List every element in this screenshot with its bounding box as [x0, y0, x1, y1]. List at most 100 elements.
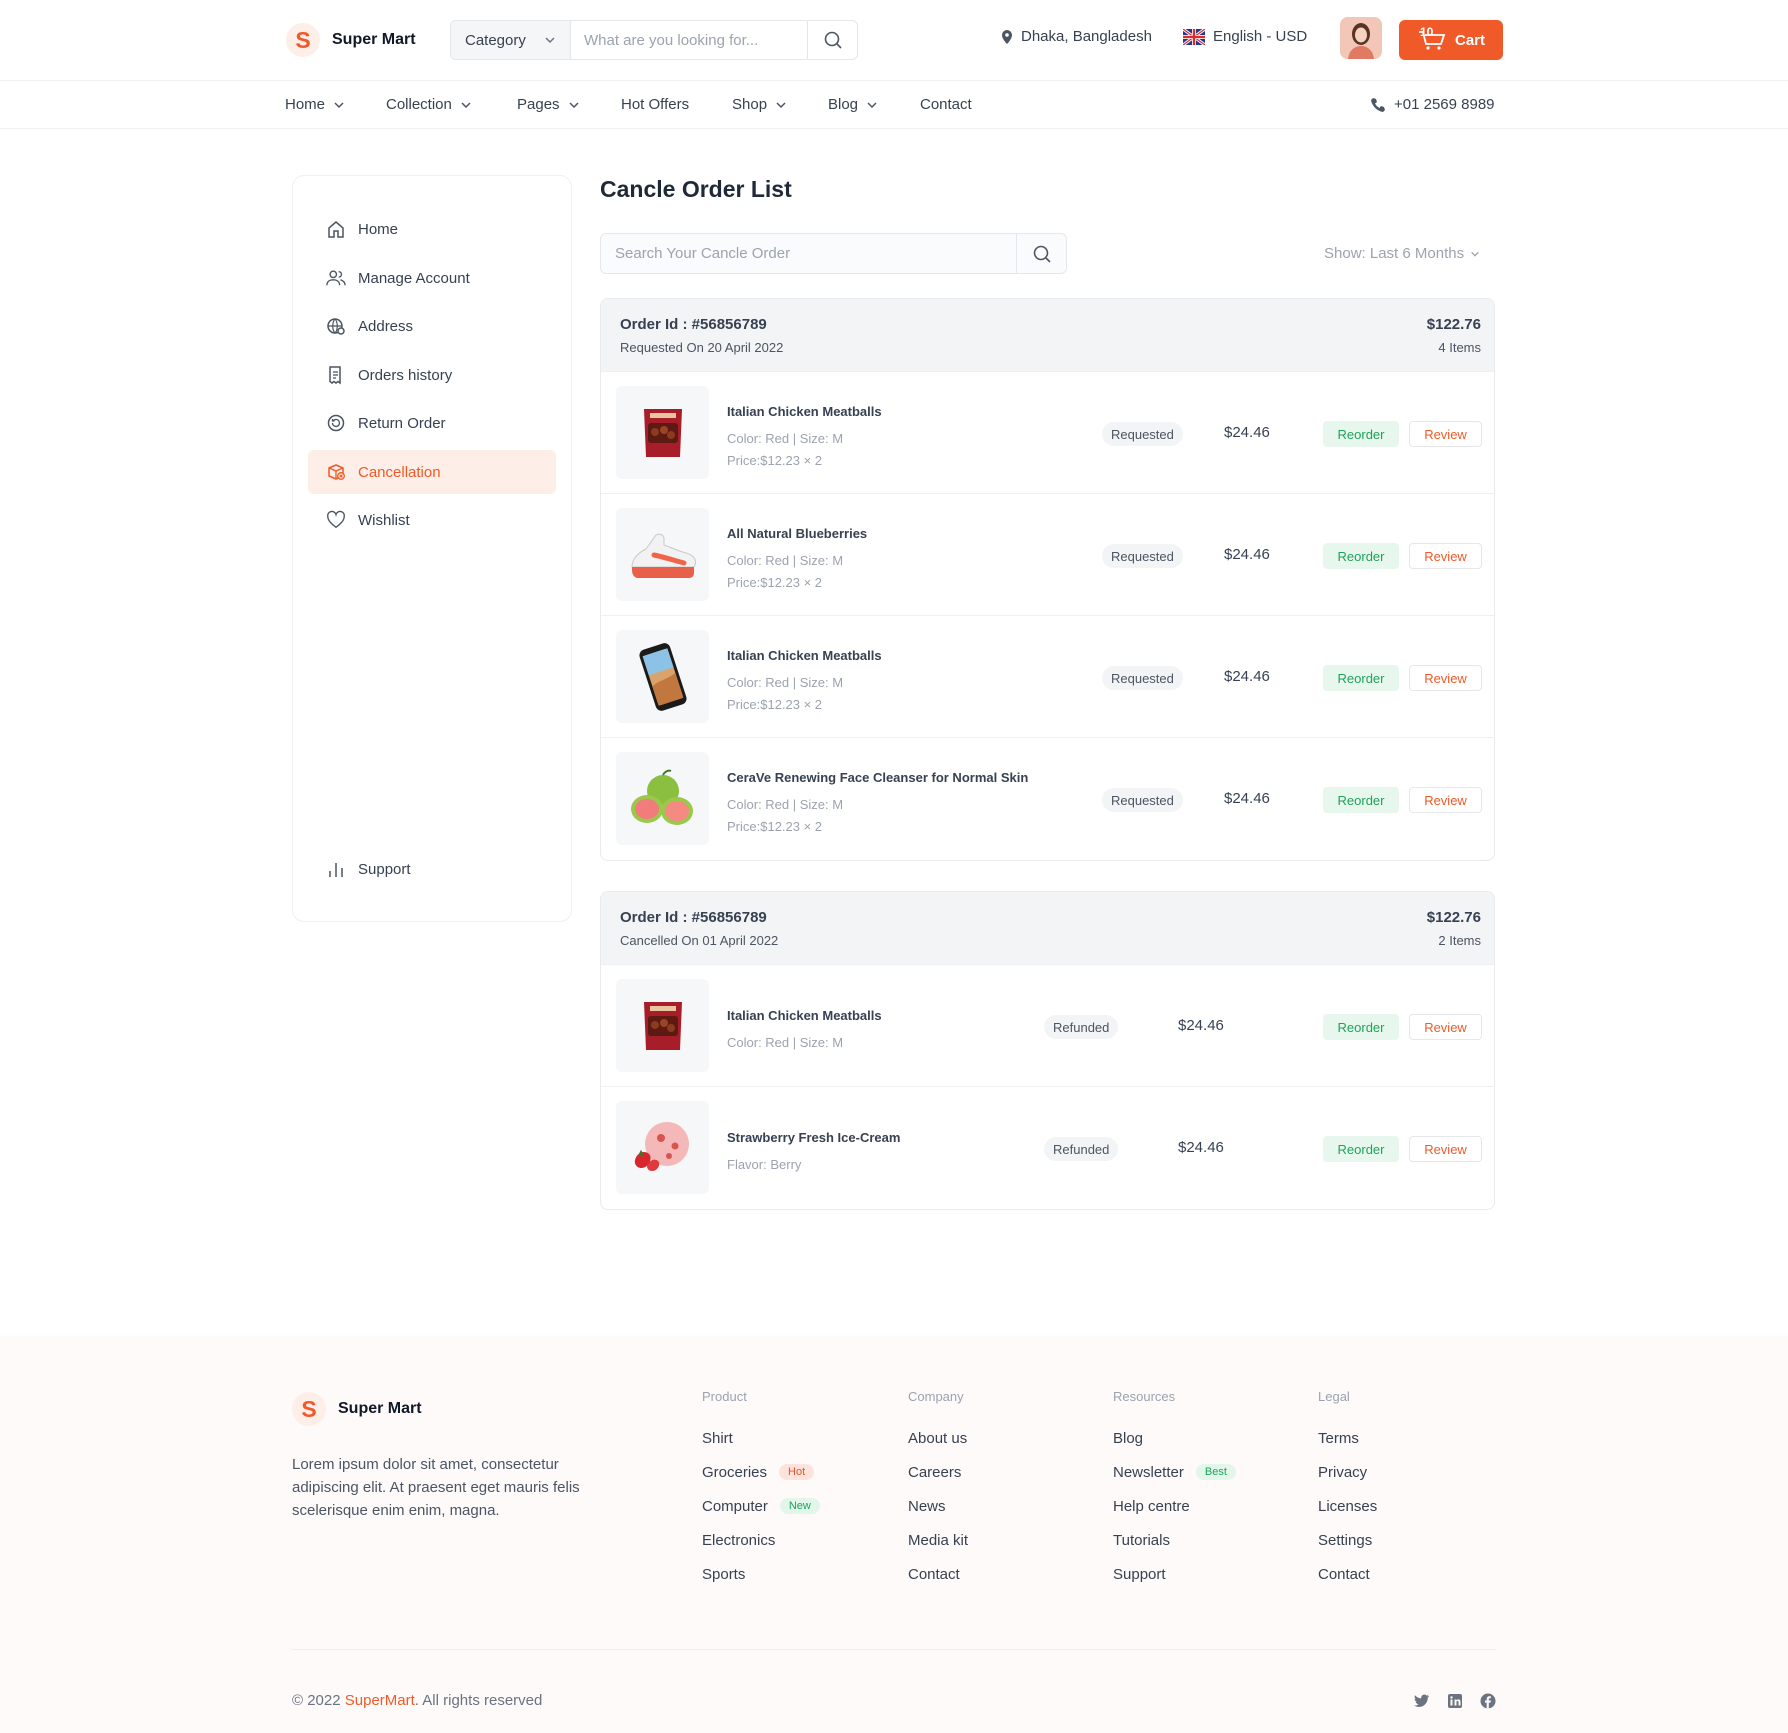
cart-button[interactable]: 10 Cart — [1399, 20, 1503, 60]
footer-link[interactable]: Terms — [1318, 1421, 1377, 1455]
search-button[interactable] — [807, 21, 857, 59]
product-meta: Flavor: Berry — [727, 1157, 802, 1172]
footer-link[interactable]: Shirt — [702, 1421, 820, 1455]
chevron-down-icon — [1471, 251, 1479, 257]
product-thumbnail[interactable] — [616, 1101, 709, 1194]
product-thumbnail[interactable] — [616, 752, 709, 845]
language-selector[interactable]: English - USD — [1183, 28, 1307, 45]
order-item-row: Italian Chicken Meatballs Color: Red | S… — [601, 615, 1494, 737]
sneaker-icon — [630, 533, 696, 578]
footer-link[interactable]: Tutorials — [1113, 1523, 1236, 1557]
order-search-button[interactable] — [1016, 234, 1066, 273]
footer-link[interactable]: About us — [908, 1421, 968, 1455]
order-header: Order Id : #56856789 Requested On 20 Apr… — [601, 299, 1494, 371]
footer-link[interactable]: Careers — [908, 1455, 968, 1489]
show-period-filter[interactable]: Show: Last 6 Months — [1324, 245, 1480, 262]
footer-column-legal: Legal Terms Privacy Licenses Settings Co… — [1318, 1389, 1377, 1591]
sidebar-item-wishlist[interactable]: Wishlist — [308, 498, 556, 542]
footer-link[interactable]: Sports — [702, 1557, 820, 1591]
user-avatar[interactable] — [1340, 17, 1382, 59]
item-amount: $24.46 — [1224, 790, 1270, 807]
sidebar-item-manage-account[interactable]: Manage Account — [308, 256, 556, 300]
nav-item-collection[interactable]: Collection — [386, 96, 472, 113]
footer-link[interactable]: Computer New — [702, 1489, 820, 1523]
smartphone-icon — [638, 642, 687, 711]
review-button[interactable]: Review — [1409, 421, 1482, 447]
twitter-icon[interactable] — [1413, 1692, 1431, 1710]
item-amount: $24.46 — [1178, 1139, 1224, 1156]
review-button[interactable]: Review — [1409, 543, 1482, 569]
heart-icon — [327, 510, 345, 529]
footer-brand[interactable]: S Super Mart — [292, 1392, 422, 1426]
status-badge: Refunded — [1044, 1015, 1119, 1039]
footer-link[interactable]: Support — [1113, 1557, 1236, 1591]
product-name[interactable]: All Natural Blueberries — [727, 526, 867, 541]
phone-contact[interactable]: +01 2569 8989 — [1370, 96, 1495, 113]
product-name[interactable]: Italian Chicken Meatballs — [727, 648, 882, 663]
review-button[interactable]: Review — [1409, 665, 1482, 691]
search-icon — [824, 31, 842, 49]
nav-item-contact[interactable]: Contact — [920, 96, 972, 113]
footer-link[interactable]: Contact — [908, 1557, 968, 1591]
review-button[interactable]: Review — [1409, 1136, 1482, 1162]
footer-link-label: Settings — [1318, 1531, 1373, 1549]
brand[interactable]: S Super Mart — [286, 23, 416, 57]
sidebar-item-support[interactable]: Support — [308, 847, 556, 891]
copyright-brand-link[interactable]: SuperMart — [345, 1692, 415, 1709]
product-name[interactable]: Strawberry Fresh Ice-Cream — [727, 1130, 900, 1145]
reorder-button[interactable]: Reorder — [1323, 1014, 1399, 1040]
product-price: Price:$12.23 × 2 — [727, 575, 823, 590]
reorder-button[interactable]: Reorder — [1323, 421, 1399, 447]
category-select[interactable]: Category — [451, 21, 571, 59]
nav-item-shop[interactable]: Shop — [732, 96, 787, 113]
uk-flag-icon — [1183, 28, 1205, 45]
product-thumbnail[interactable] — [616, 508, 709, 601]
product-thumbnail[interactable] — [616, 386, 709, 479]
location-selector[interactable]: Dhaka, Bangladesh — [1000, 28, 1152, 45]
footer-link[interactable]: Settings — [1318, 1523, 1377, 1557]
footer-link-label: Shirt — [702, 1429, 733, 1447]
footer-link-label: Tutorials — [1113, 1531, 1170, 1549]
reorder-button[interactable]: Reorder — [1323, 543, 1399, 569]
product-thumbnail[interactable] — [616, 630, 709, 723]
product-name[interactable]: CeraVe Renewing Face Cleanser for Normal… — [727, 770, 1028, 785]
facebook-icon[interactable] — [1479, 1692, 1497, 1710]
footer-link[interactable]: Privacy — [1318, 1455, 1377, 1489]
footer-link[interactable]: Media kit — [908, 1523, 968, 1557]
reorder-button[interactable]: Reorder — [1323, 1136, 1399, 1162]
language-label: English - USD — [1213, 28, 1308, 45]
linkedin-icon[interactable] — [1446, 1692, 1464, 1710]
search-input[interactable]: What are you looking for... — [571, 21, 807, 59]
review-button[interactable]: Review — [1409, 1014, 1482, 1040]
nav-item-blog[interactable]: Blog — [828, 96, 878, 113]
footer-link[interactable]: Licenses — [1318, 1489, 1377, 1523]
reorder-button[interactable]: Reorder — [1323, 787, 1399, 813]
sidebar-item-return-order[interactable]: Return Order — [308, 401, 556, 445]
nav-item-hot-offers[interactable]: Hot Offers — [621, 96, 689, 113]
footer-link[interactable]: Blog — [1113, 1421, 1236, 1455]
sidebar-item-home[interactable]: Home — [308, 207, 556, 251]
footer-link[interactable]: Help centre — [1113, 1489, 1236, 1523]
footer-link[interactable]: Electronics — [702, 1523, 820, 1557]
product-meta: Color: Red | Size: M — [727, 553, 844, 568]
product-name[interactable]: Italian Chicken Meatballs — [727, 404, 882, 419]
nav-label: Contact — [920, 96, 972, 113]
product-thumbnail[interactable] — [616, 979, 709, 1072]
nav-item-pages[interactable]: Pages — [517, 96, 580, 113]
order-header: Order Id : #56856789 Cancelled On 01 Apr… — [601, 892, 1494, 964]
sidebar-item-orders-history[interactable]: Orders history — [308, 353, 556, 397]
footer-link[interactable]: Groceries Hot — [702, 1455, 820, 1489]
review-button[interactable]: Review — [1409, 787, 1482, 813]
order-search-input[interactable]: Search Your Cancle Order — [601, 234, 1016, 273]
ice-cream-icon — [634, 1121, 689, 1171]
product-name[interactable]: Italian Chicken Meatballs — [727, 1008, 882, 1023]
reorder-button[interactable]: Reorder — [1323, 665, 1399, 691]
nav-item-home[interactable]: Home — [285, 96, 345, 113]
sidebar-item-address[interactable]: Address — [308, 304, 556, 348]
order-item-row: All Natural Blueberries Color: Red | Siz… — [601, 493, 1494, 615]
footer-link-label: Groceries — [702, 1463, 768, 1481]
sidebar-item-cancellation[interactable]: Cancellation — [308, 450, 556, 494]
footer-link[interactable]: Contact — [1318, 1557, 1377, 1591]
footer-link[interactable]: Newsletter Best — [1113, 1455, 1236, 1489]
footer-link[interactable]: News — [908, 1489, 968, 1523]
